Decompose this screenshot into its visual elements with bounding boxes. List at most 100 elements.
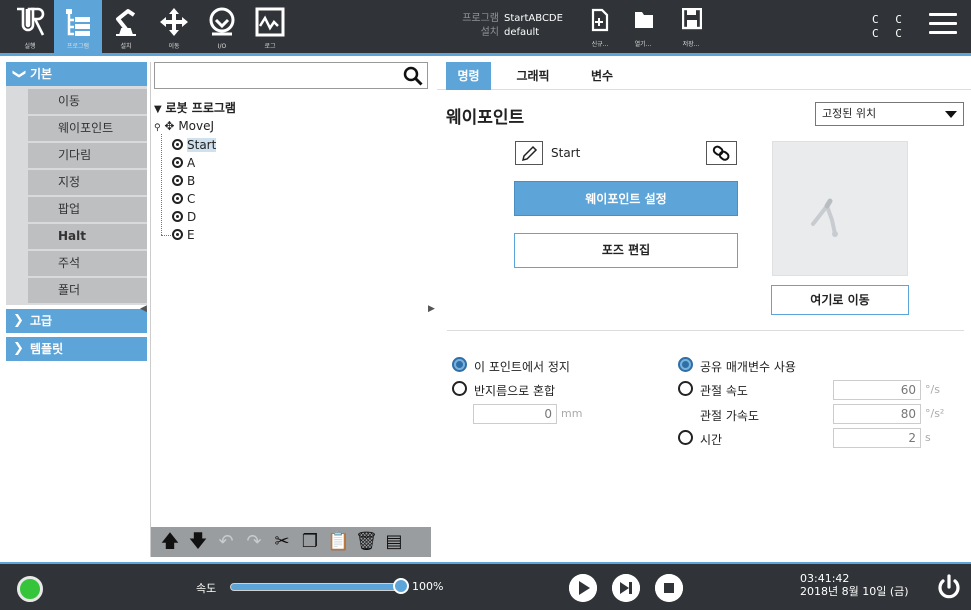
tree-waypoint-node[interactable]: C <box>172 191 195 207</box>
speed-slider-track[interactable] <box>230 583 400 591</box>
nav-section-templates-label: 템플릿 <box>30 342 64 356</box>
tree-waypoint-node[interactable]: Start <box>172 137 217 153</box>
new-file-button[interactable]: 신규... <box>585 8 615 50</box>
nav-section-templates[interactable]: ❯ 템플릿 <box>6 337 147 361</box>
save-file-button[interactable]: 저장... <box>676 8 706 50</box>
robot-status-indicator[interactable] <box>17 576 43 602</box>
joint-speed-radio[interactable] <box>678 381 693 396</box>
nav-basic-items: 이동 웨이포인트 기다림 지정 팝업 Halt 주석 폴더 <box>6 86 147 305</box>
open-file-button[interactable]: 열기... <box>628 8 658 50</box>
undo-icon[interactable]: ↶ <box>215 531 237 553</box>
stop-icon <box>655 574 683 602</box>
installation-key: 설치 <box>480 27 499 38</box>
blend-label: 반지름으로 혼합 <box>474 384 556 398</box>
divider <box>447 330 964 331</box>
tree-waypoint-label: D <box>187 210 197 224</box>
cut-scissors-icon[interactable]: ✂ <box>271 531 293 553</box>
installation-name: default <box>504 27 540 38</box>
power-off-button[interactable] <box>936 574 962 602</box>
play-button[interactable] <box>569 574 597 602</box>
delete-trash-icon[interactable]: 🗑 <box>355 531 378 553</box>
program-key: 프로그램 <box>462 13 499 24</box>
nav-section-basic-label: 기본 <box>30 67 53 81</box>
installation-button[interactable]: 설치 <box>102 0 150 53</box>
tree-waypoint-label: Start <box>187 138 217 152</box>
search-input[interactable] <box>154 62 428 89</box>
nav-section-advanced[interactable]: ❯ 고급 <box>6 309 147 333</box>
move-down-arrow-icon[interactable]: 🡇 <box>187 531 209 553</box>
move-here-button[interactable]: 여기로 이동 <box>771 285 909 315</box>
edit-pose-button[interactable]: 포즈 편집 <box>514 233 738 268</box>
joint-speed-field[interactable]: 60 <box>833 380 921 400</box>
time-unit: s <box>925 431 931 444</box>
expand-triangle-icon: ▼ <box>154 104 162 115</box>
log-button[interactable]: 로그 <box>246 0 294 53</box>
tree-waypoint-node[interactable]: D <box>172 209 196 225</box>
installation-label: 설치 <box>120 43 132 50</box>
shared-params-radio[interactable] <box>678 357 693 372</box>
move-up-arrow-icon[interactable]: 🡅 <box>159 531 181 553</box>
nav-section-basic[interactable]: ❯ 기본 <box>6 62 147 86</box>
tree-root-label: 로봇 프로그램 <box>165 101 236 115</box>
footer-bar: 속도 100% 03:41:42 2018년 8월 10일 (금) <box>0 562 971 610</box>
tab-command[interactable]: 명령 <box>446 62 491 90</box>
tree-waypoint-label: C <box>187 192 196 206</box>
program-name: StartABCDE <box>504 13 563 24</box>
sidebar-item-comment[interactable]: 주석 <box>28 251 147 276</box>
move-cross-icon: ✥ <box>164 119 175 133</box>
step-button[interactable] <box>612 574 640 602</box>
suppress-icon[interactable]: ▤ <box>383 531 405 553</box>
stop-here-label: 이 포인트에서 정지 <box>474 360 570 374</box>
sidebar-item-popup[interactable]: 팝업 <box>28 197 147 222</box>
sidebar-item-halt[interactable]: Halt <box>28 224 147 249</box>
joint-accel-field[interactable]: 80 <box>833 404 921 424</box>
tab-graphics[interactable]: 그래픽 <box>503 62 563 90</box>
redo-icon[interactable]: ↷ <box>243 531 265 553</box>
tree-movej-label: MoveJ <box>178 119 215 133</box>
collapse-sidebar-handle-icon[interactable]: ◀ <box>140 304 150 316</box>
blend-unit: mm <box>561 407 583 420</box>
chevron-right-icon: ❯ <box>13 313 24 328</box>
speed-slider-handle[interactable] <box>393 578 409 594</box>
sidebar-item-set[interactable]: 지정 <box>28 170 147 195</box>
tree-movej-node[interactable]: ⚲ ✥ MoveJ <box>154 118 214 134</box>
run-button[interactable]: 실행 <box>6 0 54 53</box>
clock: 03:41:42 2018년 8월 10일 (금) <box>800 572 909 598</box>
hamburger-menu-icon[interactable] <box>929 13 957 37</box>
tab-variables[interactable]: 변수 <box>577 62 627 90</box>
edit-name-button[interactable] <box>515 141 543 165</box>
blend-radius-field[interactable]: 0 <box>473 404 557 424</box>
sidebar-item-wait[interactable]: 기다림 <box>28 143 147 168</box>
waypoint-icon <box>172 139 183 150</box>
copy-icon[interactable]: ❐ <box>299 531 321 553</box>
shared-params-label: 공유 매개변수 사용 <box>700 360 796 374</box>
log-chart-icon <box>255 7 285 37</box>
move-button[interactable]: 이동 <box>150 0 198 53</box>
sidebar-item-waypoint[interactable]: 웨이포인트 <box>28 116 147 141</box>
tree-waypoint-node[interactable]: A <box>172 155 195 171</box>
cc-row: C C <box>872 13 907 26</box>
folder-icon <box>635 12 653 28</box>
tree-waypoint-node[interactable]: B <box>172 173 195 189</box>
blend-radio[interactable] <box>452 381 467 396</box>
paste-clipboard-icon[interactable]: 📋 <box>327 531 349 553</box>
header-bar: 실행 프로그램 설치 이동 I/O 로그 프로그램 StartABCDE 설치 de… <box>0 0 971 56</box>
link-waypoint-button[interactable] <box>706 141 737 165</box>
stop-button[interactable] <box>655 574 683 602</box>
set-waypoint-button[interactable]: 웨이포인트 설정 <box>514 181 738 216</box>
waypoint-icon <box>172 229 183 240</box>
status-cc-indicator[interactable]: C C C C <box>872 13 907 41</box>
stop-here-radio[interactable] <box>452 357 467 372</box>
time-field[interactable]: 2 <box>833 428 921 448</box>
program-tab-button[interactable]: 프로그램 <box>54 0 102 53</box>
clock-time: 03:41:42 <box>800 572 850 585</box>
io-button[interactable]: I/O <box>198 0 246 53</box>
ur-logo-icon <box>17 7 45 36</box>
sidebar-item-move[interactable]: 이동 <box>28 89 147 114</box>
sidebar-item-folder[interactable]: 폴더 <box>28 278 147 303</box>
position-type-select[interactable]: 고정된 위치 <box>815 102 964 126</box>
tree-waypoint-node[interactable]: E <box>172 227 195 243</box>
time-radio[interactable] <box>678 430 693 445</box>
program-label: 프로그램 <box>66 43 90 50</box>
tree-root-node[interactable]: ▼ 로봇 프로그램 <box>154 100 236 116</box>
